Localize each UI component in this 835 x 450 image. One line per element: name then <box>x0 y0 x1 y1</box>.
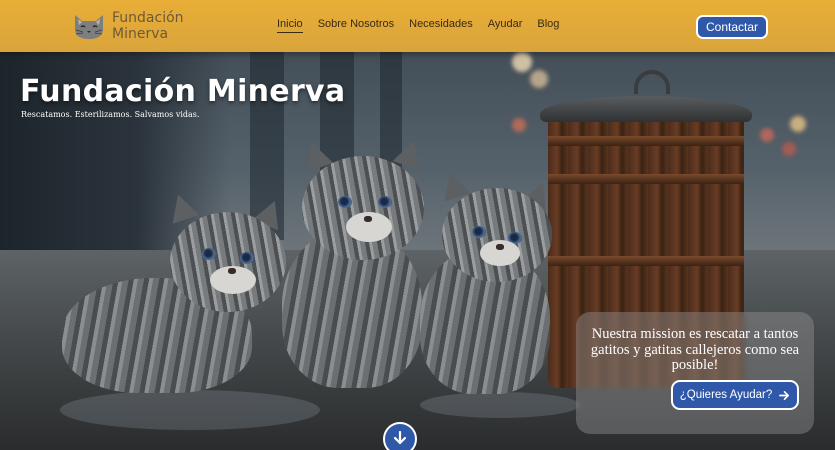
kitten <box>62 188 292 398</box>
arrow-right-icon <box>779 390 790 400</box>
bokeh-light <box>512 118 526 132</box>
mission-card: Nuestra mission es rescatar a tantos gat… <box>576 312 814 434</box>
main-nav: Inicio Sobre Nosotros Necesidades Ayudar… <box>277 18 559 33</box>
bokeh-light <box>790 116 806 132</box>
kitten <box>272 136 442 398</box>
bokeh-light <box>760 128 774 142</box>
scroll-down-button[interactable] <box>383 422 417 450</box>
help-button[interactable]: ¿Quieres Ayudar? <box>671 380 799 410</box>
logo[interactable]: Fundación Minerva <box>72 10 184 42</box>
contact-button[interactable]: Contactar <box>696 15 768 39</box>
bokeh-light <box>782 142 796 156</box>
brand-name: Fundación Minerva <box>112 10 184 42</box>
brand-line-1: Fundación <box>112 10 184 26</box>
hero-subtitle: Rescatamos. Esterilizamos. Salvamos vida… <box>21 110 200 119</box>
nav-link-sobre-nosotros[interactable]: Sobre Nosotros <box>318 18 394 33</box>
arrow-down-icon <box>393 430 407 445</box>
brand-line-2: Minerva <box>112 26 169 42</box>
bokeh-light <box>512 52 532 72</box>
cat-face-icon <box>72 11 106 41</box>
hero-title: Fundación Minerva <box>20 74 346 109</box>
bokeh-light <box>530 70 548 88</box>
help-button-label: ¿Quieres Ayudar? <box>679 389 773 401</box>
nav-link-blog[interactable]: Blog <box>537 18 559 33</box>
nav-link-necesidades[interactable]: Necesidades <box>409 18 473 33</box>
nav-link-inicio[interactable]: Inicio <box>277 18 303 33</box>
kitten <box>420 168 560 400</box>
nav-link-ayudar[interactable]: Ayudar <box>488 18 523 33</box>
mission-text: Nuestra mission es rescatar a tantos gat… <box>590 326 800 373</box>
site-header: Fundación Minerva Inicio Sobre Nosotros … <box>0 0 835 52</box>
